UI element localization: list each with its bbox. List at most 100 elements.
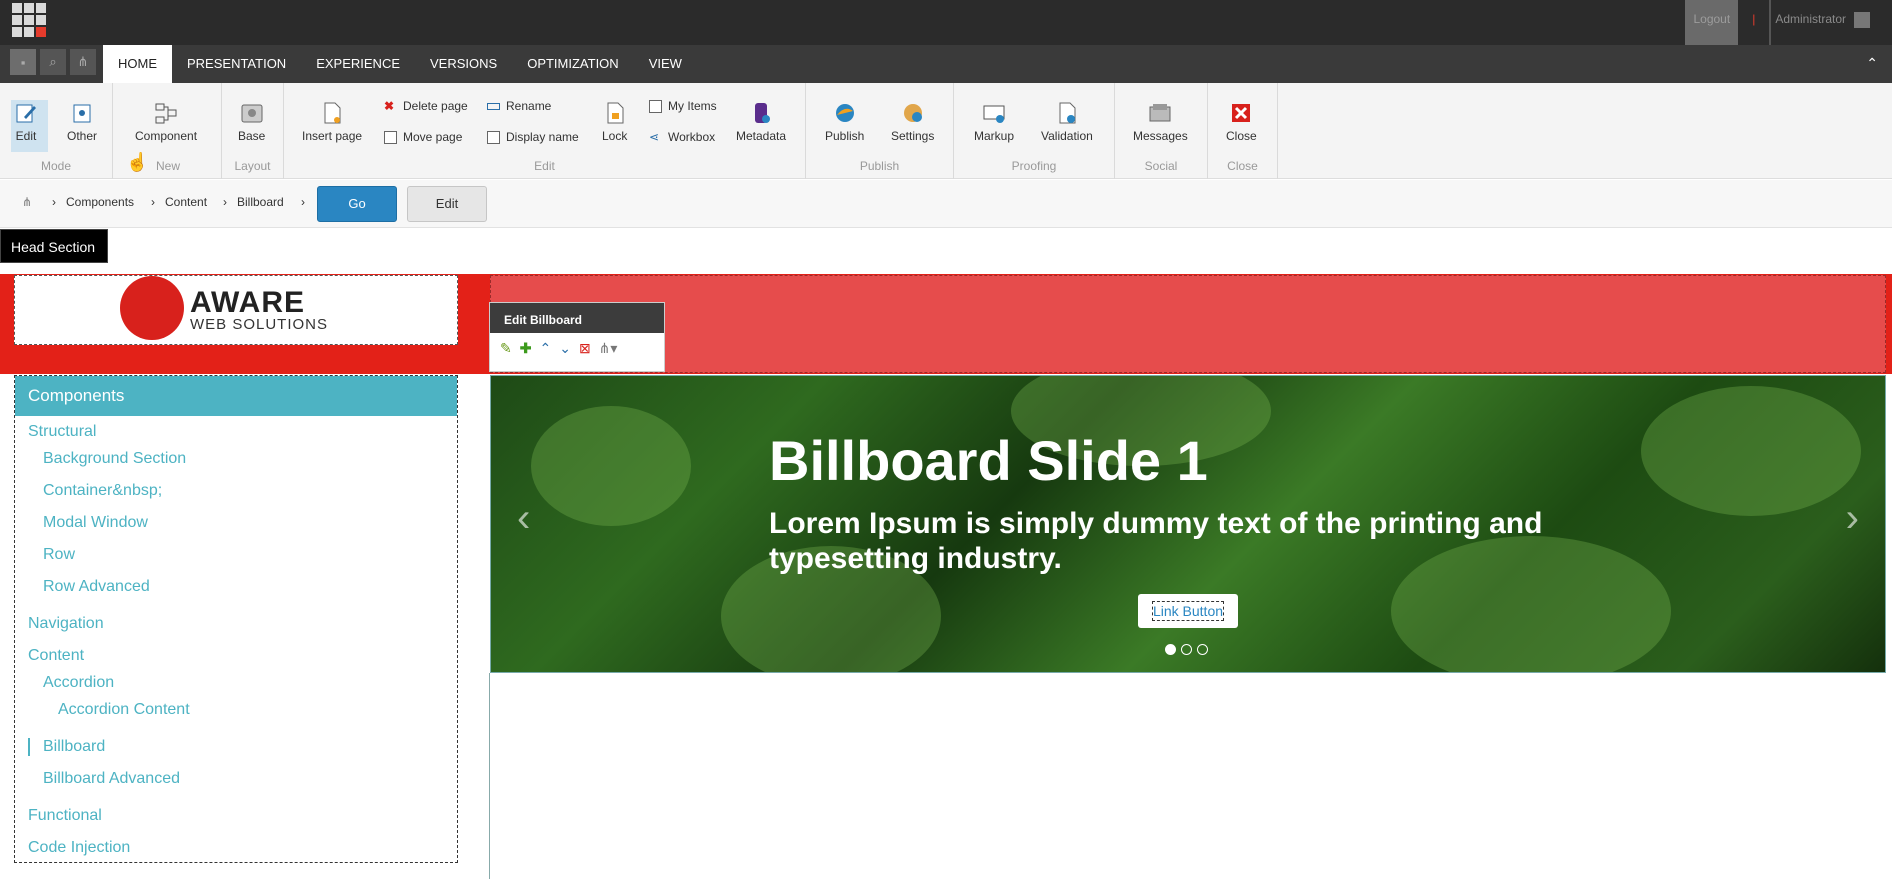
base-label: Base [238, 129, 266, 143]
group-label: Publish [859, 159, 900, 173]
validation-button[interactable]: Validation [1041, 101, 1093, 143]
billboard-slide: Billboard Slide 1 Lorem Ipsum is simply … [490, 375, 1886, 673]
breadcrumb-separator: › [301, 195, 305, 209]
breadcrumb-item[interactable]: Content [165, 195, 207, 209]
foliage-decoration [531, 406, 691, 526]
tab-view[interactable]: VIEW [634, 45, 697, 83]
markup-button[interactable]: Markup [974, 101, 1014, 143]
breadcrumb-item[interactable]: Components [66, 195, 134, 209]
sitemap-icon[interactable]: ⋔ [70, 49, 96, 75]
move-up-icon[interactable]: ⌃ [539, 340, 551, 357]
prev-slide-icon[interactable]: ‹ [517, 496, 530, 541]
sidebar-item-accordion[interactable]: Accordion [43, 674, 114, 692]
metadata-icon [755, 103, 771, 123]
delete-page-button[interactable]: ✖ Delete page [384, 99, 468, 113]
metadata-button[interactable]: Metadata [736, 101, 786, 143]
group-proofing: Markup Validation Proofing [954, 83, 1115, 179]
rename-label: Rename [506, 99, 552, 113]
group-label: Layout [234, 159, 271, 173]
user-icon[interactable] [1854, 11, 1870, 28]
go-button[interactable]: Go [317, 186, 397, 222]
slide-indicators [1165, 644, 1208, 655]
sidebar-title: Components [15, 376, 457, 416]
workbox-button[interactable]: ⋖ Workbox [649, 130, 715, 144]
tab-home[interactable]: HOME [103, 45, 172, 83]
search-icon[interactable]: ⌕ [40, 49, 66, 75]
breadcrumb-separator: › [223, 195, 227, 209]
messages-button[interactable]: Messages [1133, 101, 1188, 143]
sidebar-item-structural[interactable]: Structural [28, 423, 96, 441]
group-social: Messages Social [1115, 83, 1208, 179]
group-publish: Publish Settings Publish [806, 83, 954, 179]
sidebar-item-row-advanced[interactable]: Row Advanced [43, 578, 150, 596]
content-area-border [489, 673, 490, 879]
edit-page-button[interactable]: Edit [407, 186, 487, 222]
sidebar-item-functional[interactable]: Functional [28, 807, 102, 825]
components-sidebar: Components Structural Background Section… [14, 375, 458, 863]
sidebar-item-billboard-advanced[interactable]: Billboard Advanced [43, 770, 180, 788]
edit-button[interactable]: Edit [14, 101, 38, 143]
rename-icon [487, 102, 500, 110]
metadata-label: Metadata [736, 129, 787, 143]
sidebar-item-content[interactable]: Content [28, 647, 84, 665]
rename-button[interactable]: Rename [487, 99, 551, 113]
sidebar-item-billboard[interactable]: Billboard [28, 738, 105, 756]
breadcrumb: ⋔ › Components › Content › Billboard › G… [0, 180, 1892, 228]
logout-link[interactable]: Logout [1685, 0, 1739, 45]
slide-dot[interactable] [1181, 644, 1192, 655]
breadcrumb-separator: › [52, 195, 56, 209]
slide-dot[interactable] [1165, 644, 1176, 655]
pencil-icon[interactable]: ✎ [500, 340, 512, 357]
tab-presentation[interactable]: PRESENTATION [172, 45, 301, 83]
edit-billboard-title: Edit Billboard [490, 303, 664, 333]
sidebar-item-accordion-content[interactable]: Accordion Content [58, 701, 190, 719]
tree-icon[interactable]: ⋔ [22, 195, 32, 209]
sidebar-item-code-injection[interactable]: Code Injection [28, 839, 130, 857]
next-slide-icon[interactable]: › [1846, 496, 1859, 541]
head-section-label[interactable]: Head Section [0, 229, 108, 263]
sidebar-item-modal-window[interactable]: Modal Window [43, 514, 148, 532]
billboard-region-highlight[interactable] [490, 275, 1886, 373]
delete-icon[interactable]: ⊠ [579, 340, 591, 357]
component-button[interactable]: Component [135, 101, 197, 143]
user-name[interactable]: Administrator [1769, 0, 1846, 45]
publish-button[interactable]: Publish [825, 101, 864, 143]
save-icon[interactable]: ▪ [10, 49, 36, 75]
ribbon-tabbar: ▪ ⌕ ⋔ HOME PRESENTATION EXPERIENCE VERSI… [0, 45, 1892, 83]
tab-optimization[interactable]: OPTIMIZATION [512, 45, 633, 83]
group-label: Mode [40, 159, 72, 173]
group-edit: Insert page ✖ Delete page Move page Renam… [284, 83, 806, 179]
close-button[interactable]: Close [1226, 101, 1257, 143]
lock-icon [607, 102, 624, 124]
collapse-ribbon-icon[interactable]: ⌃ [1866, 55, 1878, 72]
lock-button[interactable]: Lock [602, 101, 627, 143]
sidebar-item-row[interactable]: Row [43, 546, 75, 564]
insert-page-button[interactable]: Insert page [302, 101, 362, 143]
company-logo: AWARE WEB SOLUTIONS [120, 276, 350, 342]
group-mode: Edit Other Mode [0, 83, 113, 179]
link-button[interactable]: Link Button [1138, 594, 1238, 628]
tab-versions[interactable]: VERSIONS [415, 45, 512, 83]
my-items-button[interactable]: My Items [649, 99, 717, 113]
publish-icon [835, 104, 854, 122]
settings-button[interactable]: Settings [891, 101, 934, 143]
slide-dot[interactable] [1197, 644, 1208, 655]
move-down-icon[interactable]: ⌄ [559, 340, 571, 357]
app-grid-icon[interactable] [12, 3, 46, 37]
sidebar-item-navigation[interactable]: Navigation [28, 615, 104, 633]
move-page-icon [384, 130, 397, 144]
sidebar-item-container[interactable]: Container&nbsp; [43, 482, 162, 500]
breadcrumb-item[interactable]: Billboard [237, 195, 284, 209]
close-icon [1232, 104, 1251, 122]
base-button[interactable]: Base [238, 101, 265, 143]
tab-experience[interactable]: EXPERIENCE [301, 45, 415, 83]
display-name-button[interactable]: Display name [487, 130, 579, 144]
other-button[interactable]: Other [67, 101, 97, 143]
move-page-button[interactable]: Move page [384, 130, 462, 144]
separator: | [1752, 12, 1756, 26]
messages-label: Messages [1133, 129, 1188, 143]
add-icon[interactable]: ✚ [520, 340, 532, 357]
insert-page-label: Insert page [302, 129, 363, 143]
tree-icon[interactable]: ⋔▾ [599, 340, 618, 357]
sidebar-item-background-section[interactable]: Background Section [43, 450, 186, 468]
